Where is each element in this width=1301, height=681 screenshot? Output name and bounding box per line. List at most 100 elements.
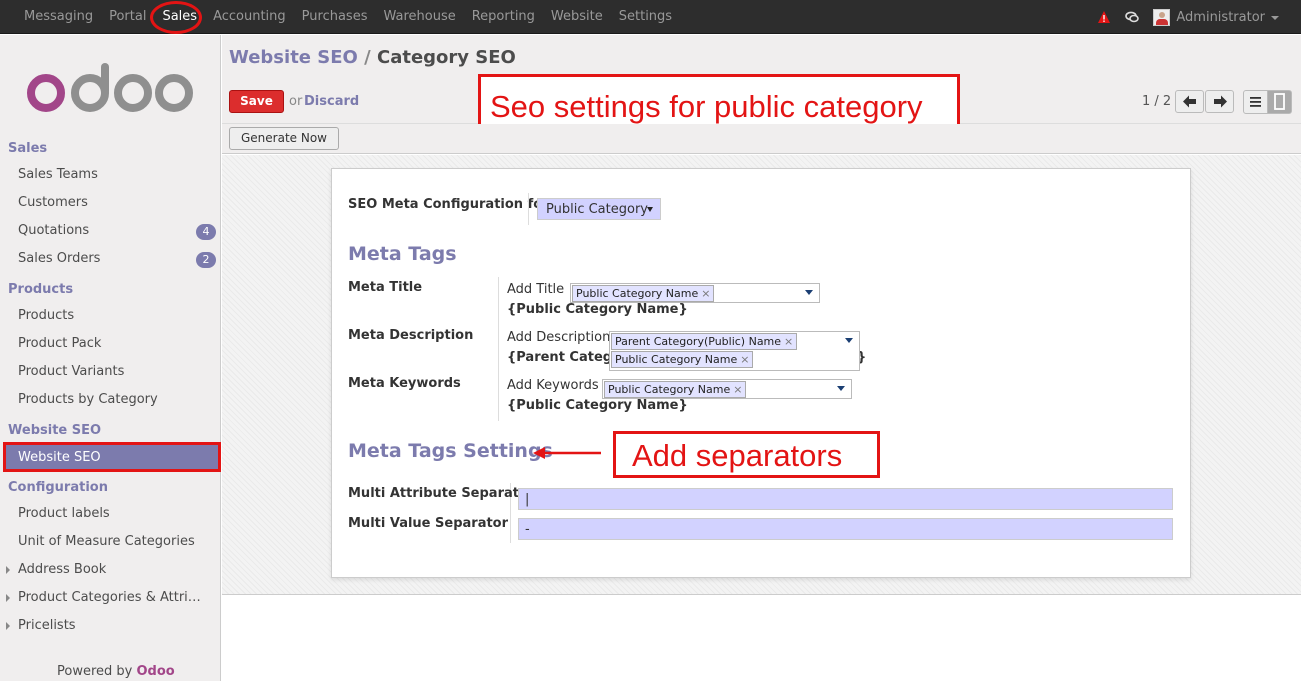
- multi-attribute-separator-input[interactable]: |: [518, 488, 1173, 510]
- meta-tags-settings-heading: Meta Tags Settings: [348, 440, 553, 462]
- menu-sales[interactable]: Sales: [150, 0, 205, 34]
- meta-keywords-preview: {Public Category Name}: [507, 398, 688, 413]
- chevron-down-icon: [1271, 16, 1279, 20]
- form-view-button[interactable]: [1267, 90, 1292, 114]
- expand-icon[interactable]: [6, 622, 10, 630]
- tag-label: Public Category Name: [576, 287, 699, 300]
- meta-title-label: Meta Title: [348, 280, 423, 295]
- meta-description-tags-input[interactable]: Parent Category(Public) Name × Public Cat…: [609, 331, 860, 371]
- save-button[interactable]: Save: [229, 90, 284, 113]
- user-menu[interactable]: Administrator: [1153, 8, 1279, 26]
- sidebar-item-customers[interactable]: Customers: [18, 195, 88, 210]
- powered-by: Powered by Odoo: [57, 664, 175, 679]
- app-menu: Messaging Portal Sales Accounting Purcha…: [16, 0, 680, 34]
- odoo-logo: [27, 63, 193, 112]
- divider: [498, 277, 499, 421]
- section-configuration: Configuration: [8, 480, 108, 495]
- sidebar: Sales Sales Teams Customers Quotations 4…: [0, 35, 221, 681]
- sidebar-item-product-variants[interactable]: Product Variants: [18, 364, 124, 379]
- annotation-add-separators: Add separators: [613, 431, 880, 478]
- form-icon: [1274, 93, 1285, 110]
- previous-button[interactable]: [1175, 90, 1204, 113]
- remove-tag-icon[interactable]: ×: [784, 335, 793, 348]
- tag-label: Public Category Name: [615, 353, 738, 366]
- sidebar-item-website-seo[interactable]: Website SEO: [3, 442, 221, 472]
- menu-purchases[interactable]: Purchases: [294, 0, 376, 34]
- config-select[interactable]: Public Category: [537, 198, 661, 220]
- menu-reporting[interactable]: Reporting: [464, 0, 543, 34]
- arrow-left-icon: [1183, 95, 1196, 108]
- list-view-button[interactable]: [1243, 90, 1268, 114]
- breadcrumb-current: Category SEO: [376, 47, 516, 68]
- arrow-right-icon: [1214, 95, 1227, 108]
- tag-public-category-name[interactable]: Public Category Name ×: [604, 381, 747, 398]
- red-circle-annotation: [150, 1, 203, 34]
- sidebar-item-address-book[interactable]: Address Book: [18, 562, 106, 577]
- dropdown-icon[interactable]: [837, 386, 845, 391]
- generate-now-button[interactable]: Generate Now: [229, 127, 339, 150]
- multi-value-separator-input[interactable]: -: [518, 518, 1173, 540]
- sidebar-item-sales-teams[interactable]: Sales Teams: [18, 167, 98, 182]
- menu-portal[interactable]: Portal: [101, 0, 154, 34]
- dropdown-icon[interactable]: [845, 338, 853, 343]
- meta-tags-heading: Meta Tags: [348, 243, 457, 265]
- add-description-label: Add Description: [507, 330, 611, 345]
- tag-public-category-name[interactable]: Public Category Name ×: [572, 285, 715, 302]
- top-right-area: Administrator: [1097, 0, 1279, 34]
- breadcrumb-separator: /: [364, 47, 371, 68]
- remove-tag-icon[interactable]: ×: [701, 287, 710, 300]
- menu-settings[interactable]: Settings: [611, 0, 680, 34]
- powered-by-text: Powered by: [57, 664, 133, 679]
- form-toolbar: Generate Now: [222, 124, 1301, 154]
- meta-keywords-tags-input[interactable]: Public Category Name ×: [602, 379, 852, 399]
- add-keywords-label: Add Keywords: [507, 378, 599, 393]
- quotations-count-badge: 4: [196, 224, 216, 240]
- sidebar-item-product-categories[interactable]: Product Categories & Attri…: [18, 590, 201, 605]
- menu-website[interactable]: Website: [543, 0, 611, 34]
- section-products: Products: [8, 282, 74, 297]
- sidebar-item-product-pack[interactable]: Product Pack: [18, 336, 101, 351]
- breadcrumb: Website SEO / Category SEO: [229, 47, 516, 68]
- multi-attribute-separator-label: Multi Attribute Separator: [348, 486, 535, 501]
- sidebar-item-products-by-category[interactable]: Products by Category: [18, 392, 158, 407]
- tag-parent-category-name[interactable]: Parent Category(Public) Name ×: [611, 333, 798, 350]
- sidebar-item-sales-orders[interactable]: Sales Orders: [18, 251, 100, 266]
- user-name: Administrator: [1176, 9, 1265, 25]
- dropdown-icon: [647, 207, 653, 212]
- sidebar-item-products[interactable]: Products: [18, 308, 74, 323]
- sidebar-item-quotations[interactable]: Quotations: [18, 223, 89, 238]
- expand-icon[interactable]: [6, 566, 10, 574]
- dropdown-icon[interactable]: [805, 290, 813, 295]
- multi-value-separator-label: Multi Value Separator: [348, 516, 509, 531]
- menu-messaging[interactable]: Messaging: [16, 0, 101, 34]
- meta-title-tags-input[interactable]: Public Category Name ×: [570, 283, 820, 303]
- add-title-label: Add Title: [507, 282, 565, 297]
- meta-keywords-label: Meta Keywords: [348, 376, 461, 391]
- meta-title-preview: {Public Category Name}: [507, 302, 688, 317]
- chat-icon[interactable]: [1125, 10, 1140, 24]
- meta-description-label: Meta Description: [348, 328, 474, 343]
- powered-by-link[interactable]: Odoo: [137, 664, 175, 679]
- tag-label: Parent Category(Public) Name: [615, 335, 782, 348]
- annotation-arrow-icon: [533, 447, 601, 459]
- sidebar-item-product-labels[interactable]: Product labels: [18, 506, 110, 521]
- tag-label: Public Category Name: [608, 383, 731, 396]
- sidebar-item-label: Website SEO: [18, 450, 101, 465]
- expand-icon[interactable]: [6, 594, 10, 602]
- sidebar-item-uom-categories[interactable]: Unit of Measure Categories: [18, 534, 195, 549]
- avatar: [1153, 8, 1171, 26]
- menu-accounting[interactable]: Accounting: [205, 0, 294, 34]
- warning-icon[interactable]: [1097, 10, 1111, 24]
- sidebar-item-pricelists[interactable]: Pricelists: [18, 618, 76, 633]
- pager-counter: 1 / 2: [1142, 94, 1172, 109]
- discard-button[interactable]: Discard: [304, 94, 359, 109]
- or-text: or: [289, 94, 303, 109]
- breadcrumb-parent[interactable]: Website SEO: [229, 47, 358, 68]
- tag-public-category-name[interactable]: Public Category Name ×: [611, 351, 754, 368]
- next-button[interactable]: [1205, 90, 1234, 113]
- remove-tag-icon[interactable]: ×: [740, 353, 749, 366]
- remove-tag-icon[interactable]: ×: [733, 383, 742, 396]
- menu-warehouse[interactable]: Warehouse: [375, 0, 463, 34]
- divider: [528, 193, 529, 225]
- top-menu-bar: Messaging Portal Sales Accounting Purcha…: [0, 0, 1301, 34]
